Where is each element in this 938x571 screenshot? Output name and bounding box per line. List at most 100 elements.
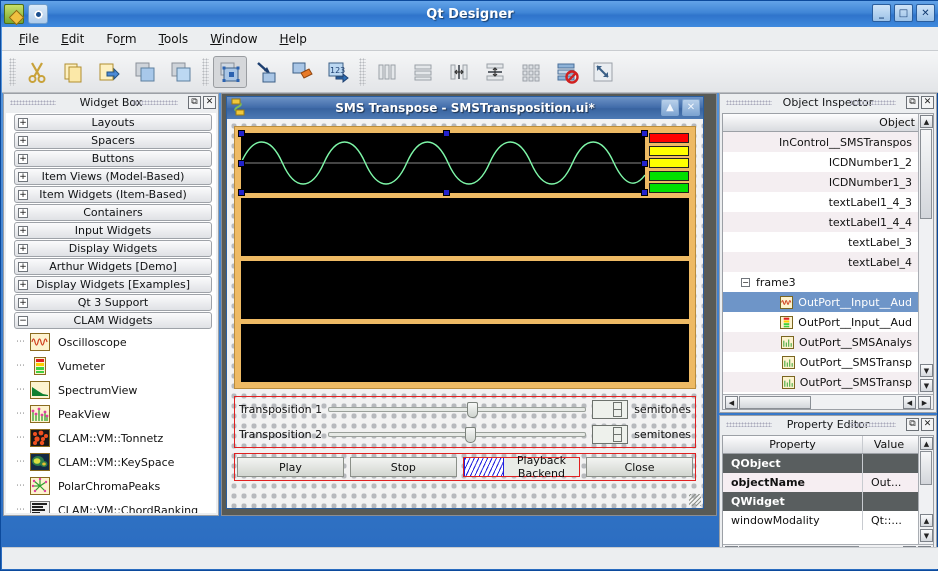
expander-icon[interactable]: + [18,136,28,146]
scroll-right-button-a[interactable]: ◀ [903,396,916,409]
object-inspector-hscrollbar[interactable]: ◀ ◀ ▶ [723,394,933,409]
spinbox-arrows[interactable] [613,427,623,442]
widget-category-qt3-support[interactable]: + Qt 3 Support [14,294,212,311]
menu-window[interactable]: Window [201,29,266,49]
spectrum-panel-2[interactable] [241,261,689,319]
edit-buddies-icon[interactable] [285,56,319,88]
property-editor-vscrollbar[interactable]: ▲ ▲ ▼ [918,436,933,544]
selection-handle-tl[interactable] [238,130,245,137]
transposition-1-spinbox[interactable] [592,400,629,419]
selection-handle-tc[interactable] [443,130,450,137]
tree-row-icdnumber1-3[interactable]: ICDNumber1_3 [723,172,918,192]
property-editor-float-button[interactable]: ⧉ [906,418,919,431]
property-row-objectname[interactable]: objectName Out... [723,473,918,492]
tree-row-outport-input-aud-1[interactable]: OutPort__Input__Aud [723,292,918,312]
selection-handle-br[interactable] [641,189,648,196]
selection-handle-tr[interactable] [641,130,648,137]
widget-category-item-widgets[interactable]: + Item Widgets (Item-Based) [14,186,212,203]
selection-handle-bl[interactable] [238,189,245,196]
tree-row-textlabel1-4-3[interactable]: textLabel1_4_3 [723,192,918,212]
layout-splitter-h-icon[interactable] [442,56,476,88]
tree-row-icdnumber1-2[interactable]: ICDNumber1_2 [723,152,918,172]
widget-item-keyspace[interactable]: ⋯ CLAM::VM::KeySpace [6,450,216,474]
toolbar-grip[interactable] [9,57,16,86]
frame3-container[interactable] [234,126,696,389]
object-inspector-vscrollbar[interactable]: ▲ ▼ ▼ [918,114,933,394]
slider-handle[interactable] [467,401,479,418]
expander-icon[interactable]: + [18,226,28,236]
spectrum-panel-3[interactable] [241,324,689,382]
expander-icon[interactable]: + [18,262,28,272]
oscilloscope-widget[interactable] [238,130,648,196]
widget-category-layouts[interactable]: + Layouts [14,114,212,131]
collapse-icon[interactable]: − [18,316,28,326]
scroll-down-button[interactable]: ▼ [920,364,933,377]
toolbar-grip-3[interactable] [359,57,366,86]
transposition-2-spinbox[interactable] [592,425,629,444]
menu-file[interactable]: File [10,29,48,49]
cut-icon[interactable] [20,56,54,88]
expander-icon[interactable]: + [18,244,28,254]
form-canvas[interactable]: Transposition 1 semitones Transposition … [227,119,703,508]
edit-widgets-icon[interactable] [213,55,247,88]
layout-grid-icon[interactable] [514,56,548,88]
slider-handle[interactable] [464,426,476,443]
widget-category-input-widgets[interactable]: + Input Widgets [14,222,212,239]
spinbox-arrows[interactable] [613,402,623,417]
transposition-2-slider[interactable] [328,426,587,443]
form-resize-grip[interactable] [689,494,701,506]
form-close-button[interactable]: ✕ [682,99,700,116]
tree-row-incontrol-smstranspos[interactable]: InControl__SMSTranspos [723,132,918,152]
widget-category-display-widgets[interactable]: + Display Widgets [14,240,212,257]
vumeter-widget[interactable] [649,133,689,193]
tree-row-frame3[interactable]: − frame3 [723,272,918,292]
new-form-icon[interactable] [164,56,198,88]
widget-category-arthur-widgets[interactable]: + Arthur Widgets [Demo] [14,258,212,275]
expander-icon[interactable]: + [18,208,28,218]
copy-icon[interactable] [56,56,90,88]
property-group-qobject[interactable]: QObject [723,454,918,473]
widget-box-float-button[interactable]: ⧉ [188,96,201,109]
property-editor-table[interactable]: Property Value QObject objectName Out...… [722,435,934,560]
widget-category-display-examples[interactable]: + Display Widgets [Examples] [14,276,212,293]
property-column-header[interactable]: Property [723,436,863,453]
close-button[interactable]: ✕ [916,4,935,22]
scroll-down-button[interactable]: ▼ [920,529,933,542]
playback-backend-widget[interactable]: Playback Backend [462,454,581,480]
tree-row-outport-smstransp-2[interactable]: OutPort__SMSTransp [723,372,918,392]
widget-category-buttons[interactable]: + Buttons [14,150,212,167]
widget-item-polarchromapeaks[interactable]: ⋯ PolarChromaPeaks [6,474,216,498]
menu-edit[interactable]: Edit [52,29,93,49]
widget-box-close-button[interactable]: ✕ [203,96,216,109]
menu-form[interactable]: Form [97,29,145,49]
scroll-up-button-2[interactable]: ▲ [920,514,933,527]
form-shade-button[interactable]: ▲ [661,99,679,116]
vscroll-thumb[interactable] [920,451,932,485]
expander-icon[interactable]: + [18,154,28,164]
edit-signals-slots-icon[interactable] [249,56,283,88]
expander-icon[interactable]: + [18,118,28,128]
scroll-up-button[interactable]: ▲ [920,437,933,450]
hscroll-thumb[interactable] [739,396,811,409]
widget-category-containers[interactable]: + Containers [14,204,212,221]
tree-row-outport-smstransp-1[interactable]: OutPort__SMSTransp [723,352,918,372]
widget-item-chordranking[interactable]: ⋯ CLAM::VM::ChordRanking [6,498,216,513]
widget-box-list[interactable]: + Layouts + Spacers + Buttons + Item Vie… [6,113,216,513]
layout-horizontally-icon[interactable] [370,56,404,88]
tree-row-textlabel-3[interactable]: textLabel_3 [723,232,918,252]
widget-item-tonnetz[interactable]: ⋯ CLAM::VM::Tonnetz [6,426,216,450]
tree-row-outport-smsanalys[interactable]: OutPort__SMSAnalys [723,332,918,352]
widget-item-peakview[interactable]: ⋯ PeakView [6,402,216,426]
maximize-button[interactable]: □ [894,4,913,22]
object-inspector-float-button[interactable]: ⧉ [906,96,919,109]
collapse-icon[interactable]: − [741,277,750,287]
edit-tab-order-icon[interactable]: 123 [321,56,355,88]
scroll-down-button-2[interactable]: ▼ [920,379,933,392]
property-row-windowmodality[interactable]: windowModality Qt::... [723,511,918,530]
selection-handle-ml[interactable] [238,160,245,167]
expander-icon[interactable]: + [18,298,28,308]
widget-category-item-views[interactable]: + Item Views (Model-Based) [14,168,212,185]
expander-icon[interactable]: + [18,190,28,200]
spectrum-panel-1[interactable] [241,198,689,256]
property-group-qwidget[interactable]: QWidget [723,492,918,511]
